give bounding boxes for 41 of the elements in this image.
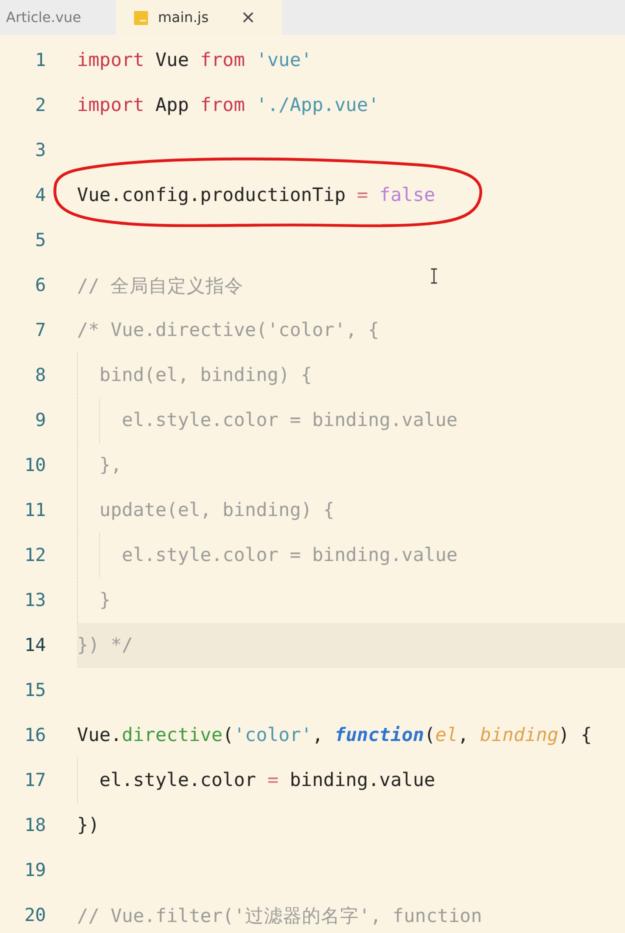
code-line: update(el, binding) { (99, 500, 334, 521)
line-number: 2 (34, 95, 46, 116)
line-number: 18 (23, 815, 46, 836)
line-number: 12 (23, 545, 46, 566)
code-line: } (99, 590, 111, 611)
code-line: import Vue from 'vue' (77, 50, 312, 71)
code-line: // Vue.filter('过滤器的名字', function (77, 904, 482, 928)
line-number: 11 (23, 500, 46, 521)
line-number: 9 (34, 410, 46, 431)
code-line: el.style.color = binding.value (122, 410, 458, 431)
code-line: /* Vue.directive('color', { (77, 320, 380, 341)
code-line: // 全局自定义指令 (77, 274, 244, 298)
editor-tab[interactable]: Article.vue (0, 0, 116, 35)
line-number: 13 (23, 590, 46, 611)
line-number: 20 (23, 905, 46, 926)
file-icon (134, 10, 148, 24)
code-line: Vue.config.productionTip = false (77, 185, 436, 206)
line-number: 7 (34, 320, 46, 341)
line-number: 17 (23, 770, 46, 791)
code-line: }) */ (77, 635, 133, 656)
line-number: 4 (34, 185, 46, 206)
code-line: }) (77, 815, 100, 836)
line-number: 8 (34, 365, 46, 386)
line-number: 1 (34, 50, 46, 71)
line-number: 3 (34, 140, 46, 161)
line-number: 16 (23, 725, 46, 746)
line-number: 19 (23, 860, 46, 881)
text-cursor-icon (430, 268, 438, 284)
line-number: 10 (23, 455, 46, 476)
code-line: import App from './App.vue' (77, 95, 380, 116)
code-line: bind(el, binding) { (99, 365, 312, 386)
close-button[interactable]: × (240, 7, 256, 28)
line-number: 5 (34, 230, 46, 251)
code-line: Vue.directive('color', function(el, binding) { (77, 725, 592, 746)
line-number: 15 (23, 680, 46, 701)
code-line: }, (99, 455, 122, 476)
line-number: 6 (34, 275, 46, 296)
line-number: 14 (23, 635, 46, 656)
code-line: el.style.color = binding.value (122, 545, 458, 566)
editor-tab[interactable]: main.js × (116, 0, 282, 35)
code-line: el.style.color = binding.value (99, 770, 436, 791)
